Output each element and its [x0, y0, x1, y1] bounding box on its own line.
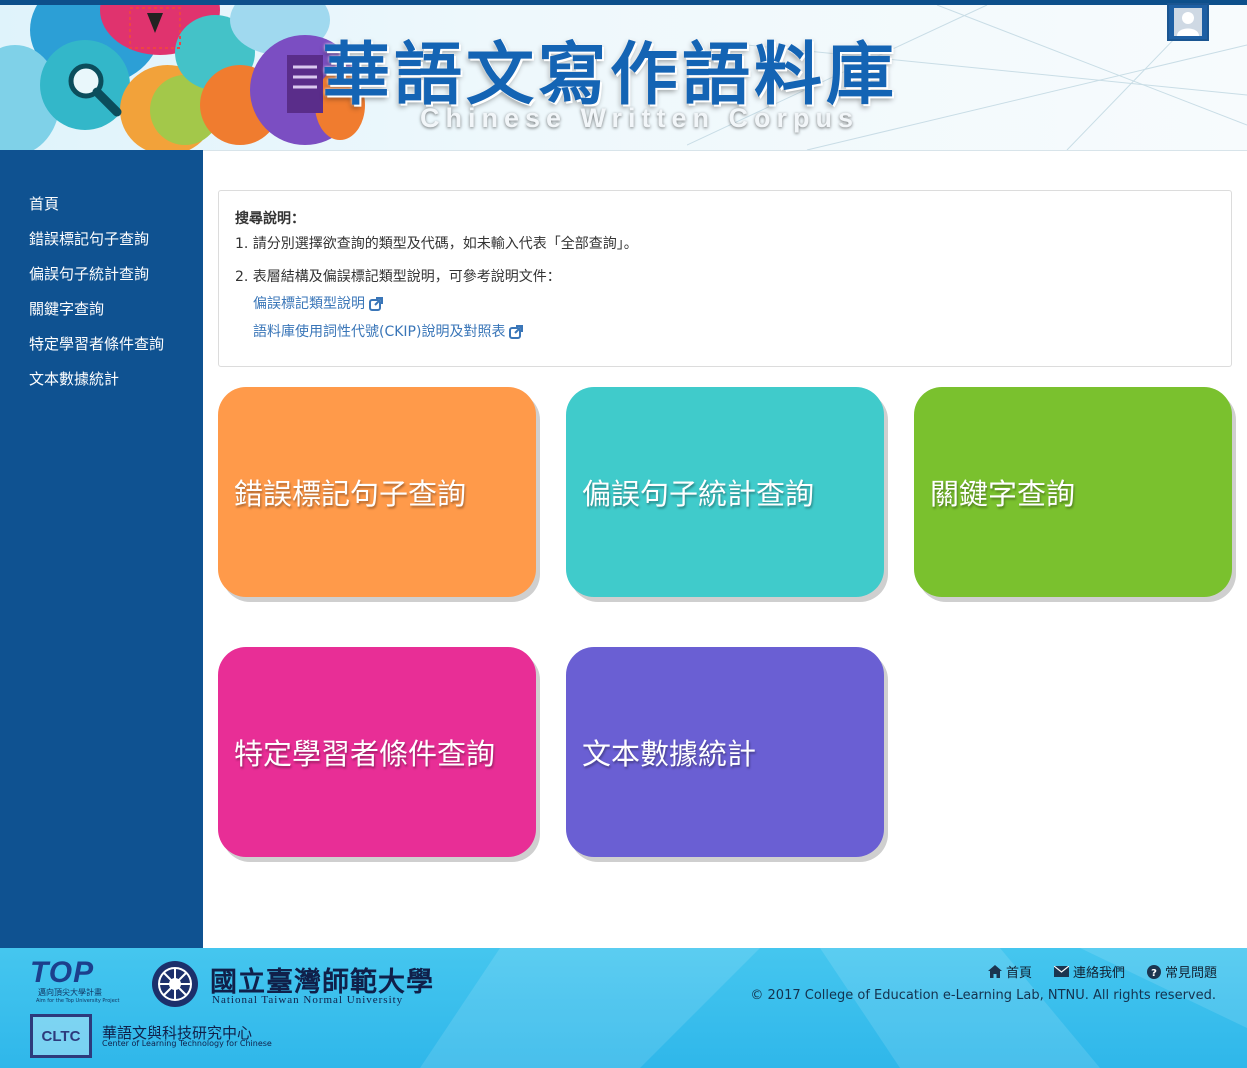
ckip-pos-doc-link[interactable]: 語料庫使用詞性代號(CKIP)說明及對照表 [235, 321, 1231, 341]
external-link-icon [369, 297, 383, 311]
error-tag-type-doc-link[interactable]: 偏誤標記類型說明 [235, 293, 1231, 313]
tile-error-tag-sentence-search[interactable]: 錯誤標記句子查詢 [218, 387, 536, 597]
home-icon [987, 965, 1002, 978]
cltc-name-english: Center of Learning Technology for Chines… [102, 1039, 272, 1048]
sidebar-item-error-tag-sentence-search[interactable]: 錯誤標記句子查詢 [0, 222, 203, 257]
sidebar-item-home[interactable]: 首頁 [0, 187, 203, 222]
copyright-text: © 2017 College of Education e-Learning L… [750, 988, 1216, 1003]
footer-link-home-label: 首頁 [1005, 966, 1032, 981]
footer-links: 首頁 連絡我們 ? 常見問題 [987, 962, 1217, 981]
magnifier-icon [68, 63, 122, 117]
cltc-logo-mark: CLTC [30, 1014, 92, 1058]
footer-link-home[interactable]: 首頁 [987, 962, 1032, 981]
pen-icon [129, 7, 181, 49]
tile-error-sentence-statistics[interactable]: 偏誤句子統計查詢 [566, 387, 884, 597]
footer: TOP 邁向頂尖大學計畫 Aim for the Top University … [0, 948, 1247, 1068]
top-university-logo: TOP 邁向頂尖大學計畫 Aim for the Top University … [30, 956, 120, 1008]
question-circle-icon: ? [1146, 964, 1161, 979]
ntnu-name-english: National Taiwan Normal University [212, 994, 404, 1006]
site-title-english: Chinese Written Corpus [420, 103, 860, 133]
error-tag-type-doc-link-label: 偏誤標記類型說明 [253, 296, 365, 312]
search-instructions-panel: 搜尋說明： 1. 請分別選擇欲查詢的類型及代碼，如未輸入代表「全部查詢」。 2.… [218, 190, 1232, 367]
instructions-line-1: 1. 請分別選擇欲查詢的類型及代碼，如未輸入代表「全部查詢」。 [235, 236, 638, 252]
footer-link-contact[interactable]: 連絡我們 [1053, 962, 1125, 981]
top-logo-subtitle: 邁向頂尖大學計畫 [38, 988, 102, 997]
sidebar-item-text-statistics[interactable]: 文本數據統計 [0, 362, 203, 397]
sidebar-item-learner-condition-search[interactable]: 特定學習者條件查詢 [0, 327, 203, 362]
ntnu-seal-icon [152, 961, 198, 1007]
sidebar-item-error-sentence-statistics[interactable]: 偏誤句子統計查詢 [0, 257, 203, 292]
instructions-line-2: 2. 表層結構及偏誤標記類型說明，可參考說明文件： [235, 269, 561, 285]
user-icon [1174, 8, 1202, 36]
sidebar-nav: 首頁 錯誤標記句子查詢 偏誤句子統計查詢 關鍵字查詢 特定學習者條件查詢 文本數… [0, 150, 203, 948]
instructions-heading: 搜尋說明： [235, 211, 305, 227]
envelope-icon [1053, 966, 1069, 977]
tile-keyword-search[interactable]: 關鍵字查詢 [914, 387, 1232, 597]
svg-text:?: ? [1151, 968, 1157, 979]
footer-link-faq-label: 常見問題 [1164, 966, 1217, 981]
ckip-pos-doc-link-label: 語料庫使用詞性代號(CKIP)說明及對照表 [253, 324, 506, 340]
footer-link-contact-label: 連絡我們 [1072, 966, 1125, 981]
top-logo-english: Aim for the Top University Project [36, 998, 120, 1004]
footer-link-faq[interactable]: ? 常見問題 [1146, 962, 1217, 981]
sidebar-item-keyword-search[interactable]: 關鍵字查詢 [0, 292, 203, 327]
external-link-icon [509, 325, 524, 339]
header-banner: 華語文寫作語料庫 Chinese Written Corpus [0, 5, 1247, 151]
tile-text-statistics[interactable]: 文本數據統計 [566, 647, 884, 857]
user-avatar-button[interactable] [1167, 3, 1209, 41]
tile-learner-condition-search[interactable]: 特定學習者條件查詢 [218, 647, 536, 857]
top-logo-mark: TOP [30, 956, 95, 989]
